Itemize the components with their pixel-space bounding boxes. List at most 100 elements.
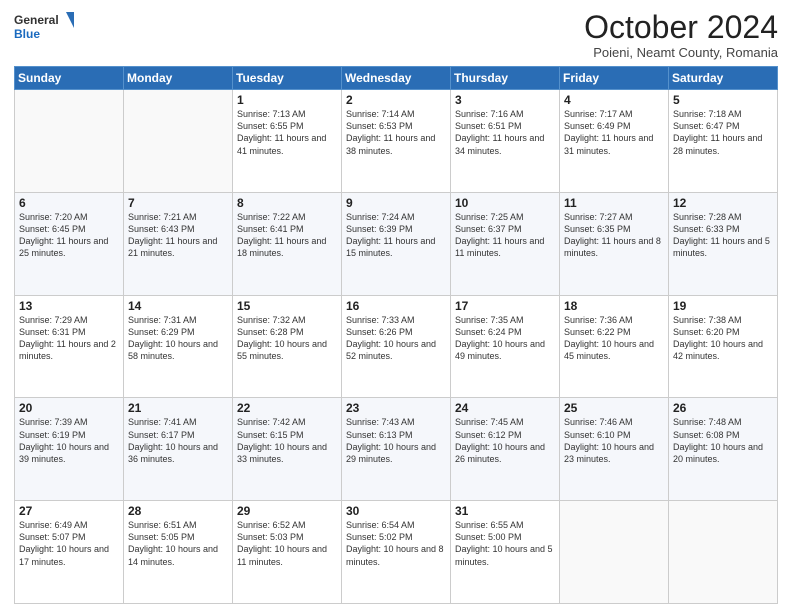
cell-info: Sunrise: 7:21 AM Sunset: 6:43 PM Dayligh…	[128, 211, 228, 260]
cell-info: Sunrise: 7:25 AM Sunset: 6:37 PM Dayligh…	[455, 211, 555, 260]
cell-info: Sunrise: 7:35 AM Sunset: 6:24 PM Dayligh…	[455, 314, 555, 363]
cell-info: Sunrise: 7:43 AM Sunset: 6:13 PM Dayligh…	[346, 416, 446, 465]
calendar-cell	[15, 90, 124, 193]
calendar-cell: 4Sunrise: 7:17 AM Sunset: 6:49 PM Daylig…	[560, 90, 669, 193]
cell-info: Sunrise: 7:18 AM Sunset: 6:47 PM Dayligh…	[673, 108, 773, 157]
day-number: 11	[564, 196, 664, 210]
calendar-cell: 18Sunrise: 7:36 AM Sunset: 6:22 PM Dayli…	[560, 295, 669, 398]
calendar-cell: 5Sunrise: 7:18 AM Sunset: 6:47 PM Daylig…	[669, 90, 778, 193]
title-block: October 2024 Poieni, Neamt County, Roman…	[584, 10, 778, 60]
calendar-cell	[560, 501, 669, 604]
day-header-friday: Friday	[560, 67, 669, 90]
calendar-cell: 27Sunrise: 6:49 AM Sunset: 5:07 PM Dayli…	[15, 501, 124, 604]
day-number: 9	[346, 196, 446, 210]
day-number: 31	[455, 504, 555, 518]
calendar-cell: 20Sunrise: 7:39 AM Sunset: 6:19 PM Dayli…	[15, 398, 124, 501]
calendar-cell	[669, 501, 778, 604]
calendar-cell: 7Sunrise: 7:21 AM Sunset: 6:43 PM Daylig…	[124, 192, 233, 295]
calendar-cell: 21Sunrise: 7:41 AM Sunset: 6:17 PM Dayli…	[124, 398, 233, 501]
calendar-cell: 10Sunrise: 7:25 AM Sunset: 6:37 PM Dayli…	[451, 192, 560, 295]
day-number: 21	[128, 401, 228, 415]
day-number: 22	[237, 401, 337, 415]
cell-info: Sunrise: 7:22 AM Sunset: 6:41 PM Dayligh…	[237, 211, 337, 260]
calendar-cell: 24Sunrise: 7:45 AM Sunset: 6:12 PM Dayli…	[451, 398, 560, 501]
calendar-cell: 2Sunrise: 7:14 AM Sunset: 6:53 PM Daylig…	[342, 90, 451, 193]
day-header-thursday: Thursday	[451, 67, 560, 90]
day-header-wednesday: Wednesday	[342, 67, 451, 90]
generalblue-logo-icon: General Blue	[14, 10, 74, 46]
calendar-cell	[124, 90, 233, 193]
month-title: October 2024	[584, 10, 778, 45]
day-number: 13	[19, 299, 119, 313]
calendar-cell: 15Sunrise: 7:32 AM Sunset: 6:28 PM Dayli…	[233, 295, 342, 398]
day-number: 17	[455, 299, 555, 313]
cell-info: Sunrise: 7:14 AM Sunset: 6:53 PM Dayligh…	[346, 108, 446, 157]
calendar-cell: 11Sunrise: 7:27 AM Sunset: 6:35 PM Dayli…	[560, 192, 669, 295]
cell-info: Sunrise: 7:42 AM Sunset: 6:15 PM Dayligh…	[237, 416, 337, 465]
cell-info: Sunrise: 7:32 AM Sunset: 6:28 PM Dayligh…	[237, 314, 337, 363]
cell-info: Sunrise: 7:46 AM Sunset: 6:10 PM Dayligh…	[564, 416, 664, 465]
cell-info: Sunrise: 7:17 AM Sunset: 6:49 PM Dayligh…	[564, 108, 664, 157]
day-number: 25	[564, 401, 664, 415]
calendar-cell: 3Sunrise: 7:16 AM Sunset: 6:51 PM Daylig…	[451, 90, 560, 193]
calendar-cell: 28Sunrise: 6:51 AM Sunset: 5:05 PM Dayli…	[124, 501, 233, 604]
cell-info: Sunrise: 7:45 AM Sunset: 6:12 PM Dayligh…	[455, 416, 555, 465]
day-number: 6	[19, 196, 119, 210]
calendar-cell: 19Sunrise: 7:38 AM Sunset: 6:20 PM Dayli…	[669, 295, 778, 398]
day-number: 30	[346, 504, 446, 518]
calendar-cell: 8Sunrise: 7:22 AM Sunset: 6:41 PM Daylig…	[233, 192, 342, 295]
calendar-cell: 9Sunrise: 7:24 AM Sunset: 6:39 PM Daylig…	[342, 192, 451, 295]
page: General Blue October 2024 Poieni, Neamt …	[0, 0, 792, 612]
calendar-cell: 1Sunrise: 7:13 AM Sunset: 6:55 PM Daylig…	[233, 90, 342, 193]
cell-info: Sunrise: 7:16 AM Sunset: 6:51 PM Dayligh…	[455, 108, 555, 157]
cell-info: Sunrise: 7:36 AM Sunset: 6:22 PM Dayligh…	[564, 314, 664, 363]
day-number: 8	[237, 196, 337, 210]
day-number: 24	[455, 401, 555, 415]
day-number: 7	[128, 196, 228, 210]
cell-info: Sunrise: 7:20 AM Sunset: 6:45 PM Dayligh…	[19, 211, 119, 260]
day-number: 16	[346, 299, 446, 313]
cell-info: Sunrise: 6:51 AM Sunset: 5:05 PM Dayligh…	[128, 519, 228, 568]
day-number: 18	[564, 299, 664, 313]
day-number: 28	[128, 504, 228, 518]
cell-info: Sunrise: 7:38 AM Sunset: 6:20 PM Dayligh…	[673, 314, 773, 363]
day-number: 4	[564, 93, 664, 107]
day-header-monday: Monday	[124, 67, 233, 90]
day-number: 23	[346, 401, 446, 415]
day-number: 14	[128, 299, 228, 313]
location-subtitle: Poieni, Neamt County, Romania	[584, 45, 778, 60]
header: General Blue October 2024 Poieni, Neamt …	[14, 10, 778, 60]
cell-info: Sunrise: 7:41 AM Sunset: 6:17 PM Dayligh…	[128, 416, 228, 465]
day-number: 5	[673, 93, 773, 107]
cell-info: Sunrise: 7:48 AM Sunset: 6:08 PM Dayligh…	[673, 416, 773, 465]
cell-info: Sunrise: 6:54 AM Sunset: 5:02 PM Dayligh…	[346, 519, 446, 568]
cell-info: Sunrise: 7:33 AM Sunset: 6:26 PM Dayligh…	[346, 314, 446, 363]
cell-info: Sunrise: 7:13 AM Sunset: 6:55 PM Dayligh…	[237, 108, 337, 157]
cell-info: Sunrise: 7:31 AM Sunset: 6:29 PM Dayligh…	[128, 314, 228, 363]
calendar-cell: 16Sunrise: 7:33 AM Sunset: 6:26 PM Dayli…	[342, 295, 451, 398]
calendar-cell: 17Sunrise: 7:35 AM Sunset: 6:24 PM Dayli…	[451, 295, 560, 398]
cell-info: Sunrise: 7:29 AM Sunset: 6:31 PM Dayligh…	[19, 314, 119, 363]
calendar-cell: 6Sunrise: 7:20 AM Sunset: 6:45 PM Daylig…	[15, 192, 124, 295]
day-number: 19	[673, 299, 773, 313]
logo: General Blue	[14, 10, 74, 46]
cell-info: Sunrise: 6:49 AM Sunset: 5:07 PM Dayligh…	[19, 519, 119, 568]
cell-info: Sunrise: 7:24 AM Sunset: 6:39 PM Dayligh…	[346, 211, 446, 260]
cell-info: Sunrise: 6:55 AM Sunset: 5:00 PM Dayligh…	[455, 519, 555, 568]
svg-text:Blue: Blue	[14, 27, 40, 41]
day-number: 2	[346, 93, 446, 107]
day-number: 10	[455, 196, 555, 210]
cell-info: Sunrise: 7:28 AM Sunset: 6:33 PM Dayligh…	[673, 211, 773, 260]
day-number: 29	[237, 504, 337, 518]
day-number: 3	[455, 93, 555, 107]
day-number: 1	[237, 93, 337, 107]
calendar-cell: 23Sunrise: 7:43 AM Sunset: 6:13 PM Dayli…	[342, 398, 451, 501]
calendar-table: SundayMondayTuesdayWednesdayThursdayFrid…	[14, 66, 778, 604]
calendar-cell: 12Sunrise: 7:28 AM Sunset: 6:33 PM Dayli…	[669, 192, 778, 295]
cell-info: Sunrise: 7:39 AM Sunset: 6:19 PM Dayligh…	[19, 416, 119, 465]
calendar-cell: 30Sunrise: 6:54 AM Sunset: 5:02 PM Dayli…	[342, 501, 451, 604]
day-number: 26	[673, 401, 773, 415]
calendar-cell: 14Sunrise: 7:31 AM Sunset: 6:29 PM Dayli…	[124, 295, 233, 398]
svg-text:General: General	[14, 13, 59, 27]
day-number: 27	[19, 504, 119, 518]
